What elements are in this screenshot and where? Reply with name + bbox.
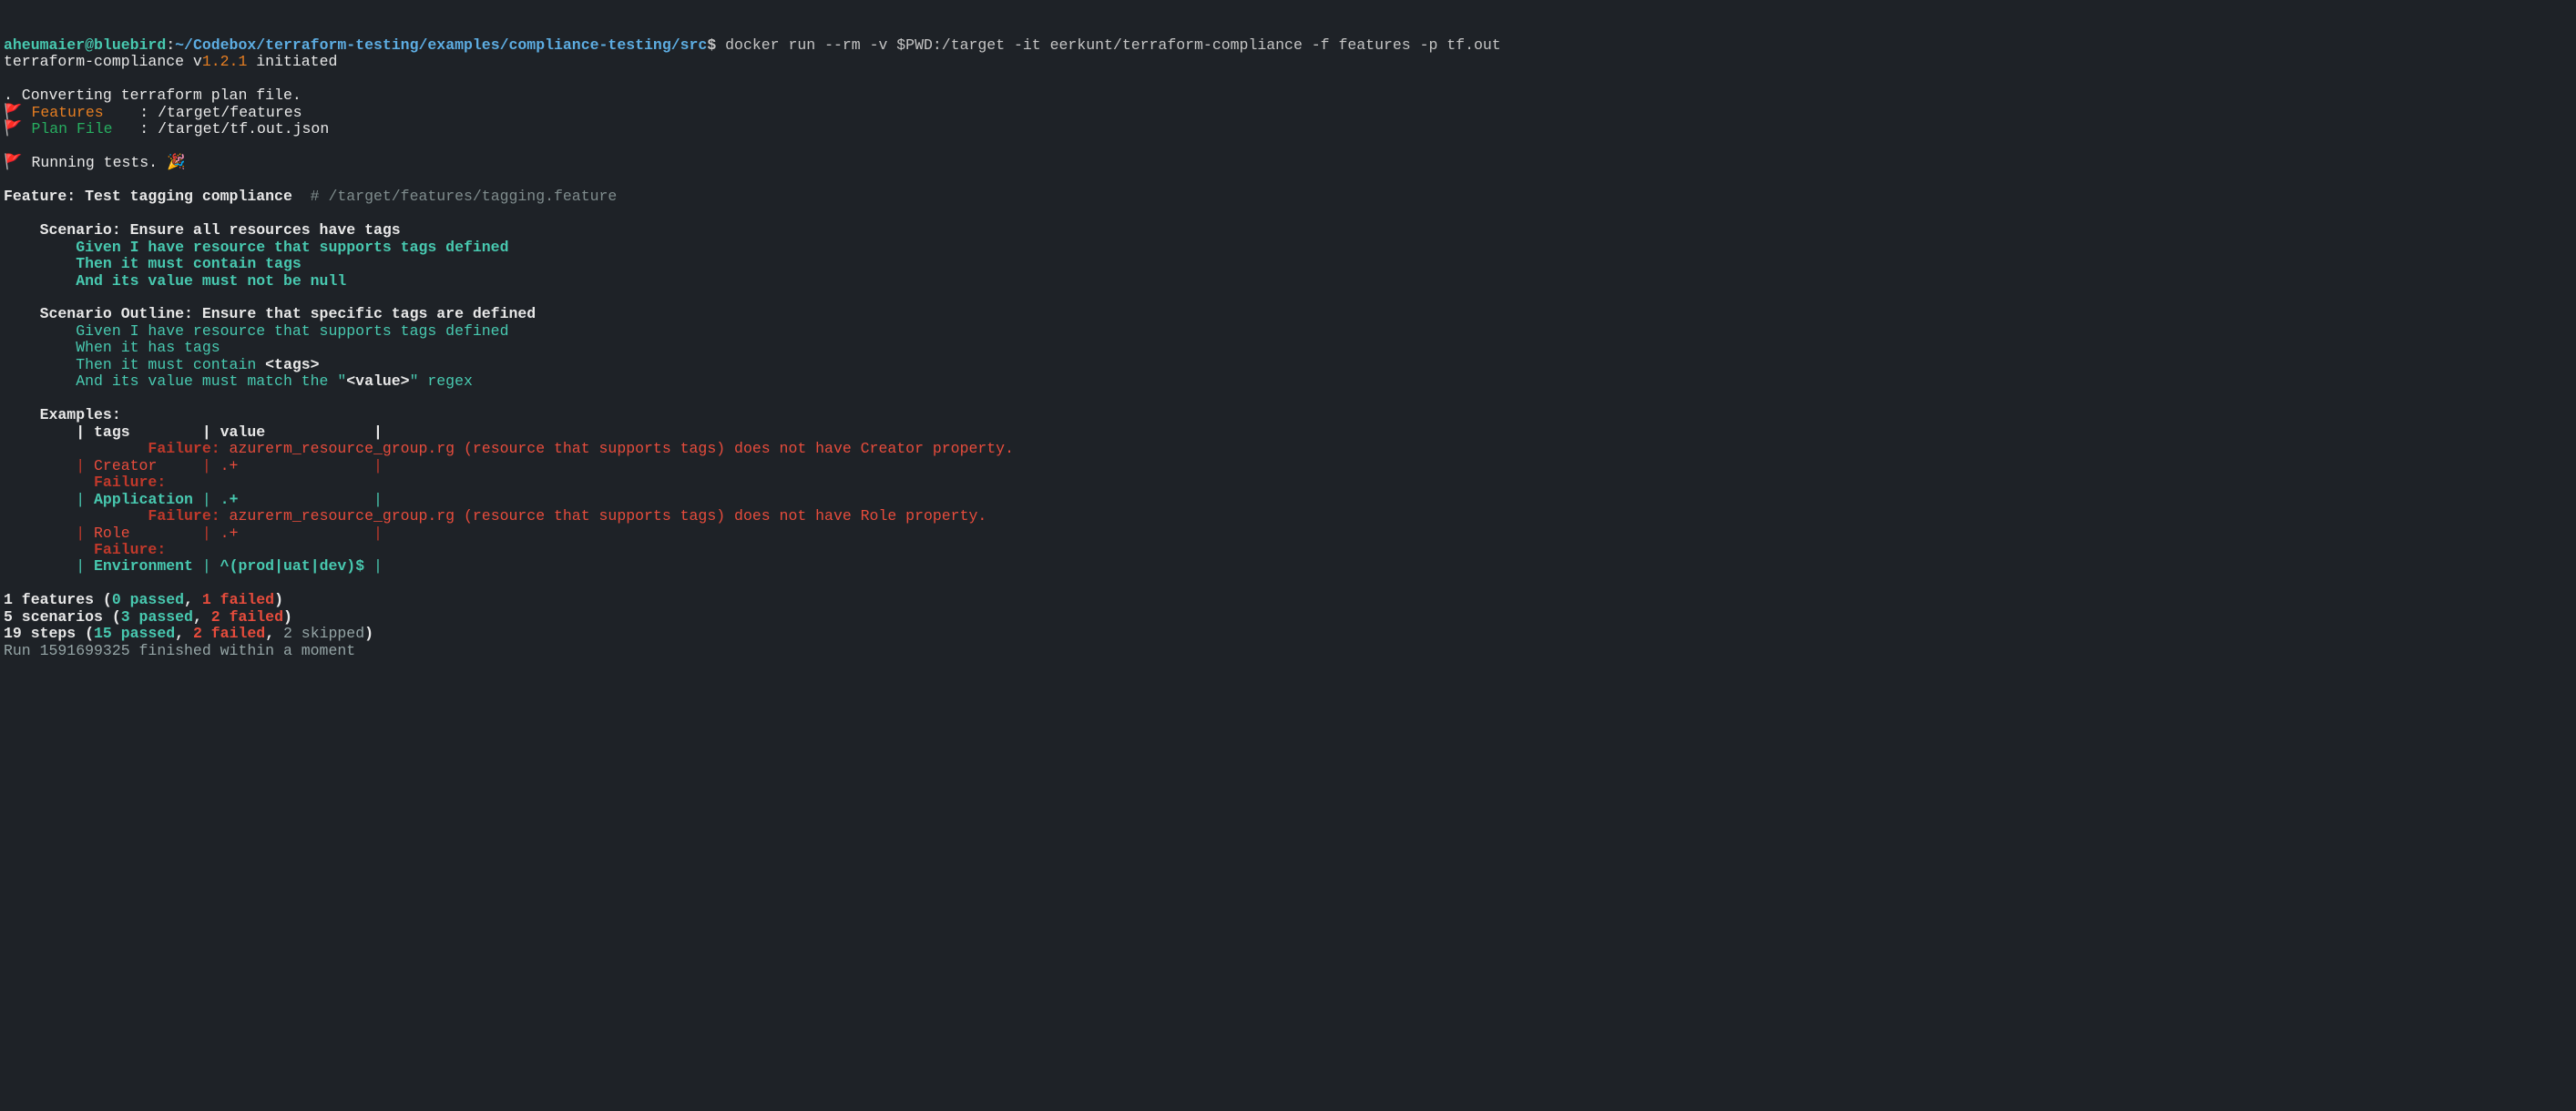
examples-title: Examples: bbox=[4, 406, 121, 423]
example-row: | Creator | .+ | bbox=[4, 457, 383, 474]
step-when: When it has tags bbox=[4, 339, 220, 356]
command-text: docker run --rm -v $PWD:/target -it eerk… bbox=[716, 36, 1500, 54]
run-finished: Run 1591699325 finished within a moment bbox=[4, 642, 355, 659]
failure-short: Failure: bbox=[4, 541, 175, 558]
failure-short: Failure: bbox=[4, 474, 175, 491]
step-given: Given I have resource that supports tags… bbox=[4, 239, 509, 256]
summary-scenarios: 5 scenarios (3 passed, 2 failed) bbox=[4, 608, 292, 626]
summary-steps: 19 steps (15 passed, 2 failed, 2 skipped… bbox=[4, 625, 373, 642]
terminal[interactable]: aheumaier@bluebird:~/Codebox/terraform-t… bbox=[4, 37, 2572, 659]
converting-line: . Converting terraform plan file. bbox=[4, 87, 302, 104]
flag-icon: 🚩 bbox=[4, 104, 23, 121]
flag-icon: 🚩 bbox=[4, 154, 23, 171]
features-path-line: 🚩 Features : /target/features bbox=[4, 104, 302, 121]
prompt-line: aheumaier@bluebird:~/Codebox/terraform-t… bbox=[4, 36, 1501, 54]
scenario-outline-title: Scenario Outline: Ensure that specific t… bbox=[4, 305, 536, 322]
step-then: Then it must contain <tags> bbox=[4, 356, 320, 373]
separator: : bbox=[166, 36, 175, 54]
example-row: | Environment | ^(prod|uat|dev)$ | bbox=[4, 557, 383, 575]
summary-features: 1 features (0 passed, 1 failed) bbox=[4, 591, 283, 608]
user-host: aheumaier@bluebird bbox=[4, 36, 166, 54]
feature-line: Feature: Test tagging compliance # /targ… bbox=[4, 188, 617, 205]
initiated-line: terraform-compliance v1.2.1 initiated bbox=[4, 53, 337, 70]
cwd-path: ~/Codebox/terraform-testing/examples/com… bbox=[175, 36, 707, 54]
step-and: And its value must not be null bbox=[4, 272, 346, 290]
running-tests-line: 🚩 Running tests. 🎉 bbox=[4, 154, 186, 171]
flag-icon: 🚩 bbox=[4, 120, 23, 138]
party-emoji: 🎉 bbox=[167, 154, 186, 171]
example-row: | Role | .+ | bbox=[4, 525, 383, 542]
step-and: And its value must match the "<value>" r… bbox=[4, 372, 473, 390]
step-given: Given I have resource that supports tags… bbox=[4, 322, 509, 340]
examples-header: | tags | value | bbox=[4, 423, 383, 441]
plan-file-line: 🚩 Plan File : /target/tf.out.json bbox=[4, 120, 329, 138]
step-then: Then it must contain tags bbox=[4, 255, 302, 272]
example-row: | Application | .+ | bbox=[4, 491, 383, 508]
scenario-title: Scenario: Ensure all resources have tags bbox=[4, 221, 401, 239]
failure-line: Failure: azurerm_resource_group.rg (reso… bbox=[4, 440, 1014, 457]
dollar-sign: $ bbox=[707, 36, 716, 54]
failure-line: Failure: azurerm_resource_group.rg (reso… bbox=[4, 507, 986, 525]
